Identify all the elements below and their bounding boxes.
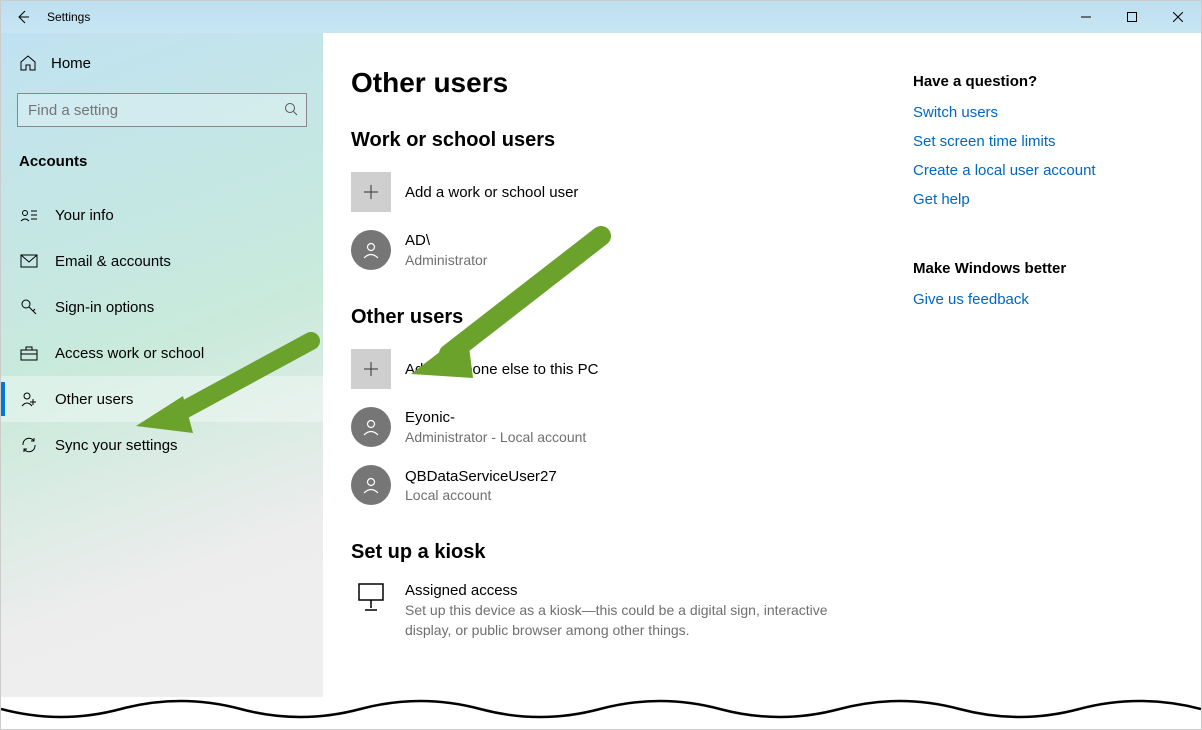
sync-icon (19, 436, 39, 454)
help-link-switch-users[interactable]: Switch users (913, 104, 1173, 121)
kiosk-title: Assigned access (405, 582, 865, 599)
key-icon (19, 298, 39, 316)
sidebar-item-label: Access work or school (55, 345, 204, 362)
sidebar-item-label: Email & accounts (55, 253, 171, 270)
avatar-icon (351, 465, 391, 505)
user-name: AD\ (405, 232, 490, 249)
sidebar-item-label: Your info (55, 207, 114, 224)
mail-icon (19, 254, 39, 268)
help-link-create-local-user[interactable]: Create a local user account (913, 162, 1173, 179)
minimize-button[interactable] (1063, 1, 1109, 33)
add-label: Add someone else to this PC (405, 361, 598, 378)
section-kiosk: Set up a kiosk Assigned access Set up th… (351, 541, 883, 640)
maximize-button[interactable] (1109, 1, 1155, 33)
kiosk-desc: Set up this device as a kiosk—this could… (405, 601, 865, 640)
sidebar-item-sync-settings[interactable]: Sync your settings (1, 422, 323, 468)
assigned-access-row[interactable]: Assigned access Set up this device as a … (351, 582, 883, 640)
main-column: Other users Work or school users Add a w… (351, 67, 883, 729)
feedback-link[interactable]: Give us feedback (913, 291, 1173, 308)
plus-icon (351, 349, 391, 389)
minimize-icon (1081, 12, 1091, 22)
sidebar-item-email-accounts[interactable]: Email & accounts (1, 238, 323, 284)
search-box[interactable] (17, 93, 307, 127)
search-input[interactable] (26, 101, 284, 120)
briefcase-icon (19, 345, 39, 361)
sidebar-item-label: Other users (55, 391, 133, 408)
window-title: Settings (45, 10, 90, 24)
help-link-get-help[interactable]: Get help (913, 191, 1173, 208)
other-user-row[interactable]: QBDataServiceUser27 Local account (351, 463, 883, 507)
titlebar: Settings (1, 1, 1201, 33)
sidebar-item-your-info[interactable]: Your info (1, 192, 323, 238)
decorative-bottom-edge (1, 697, 1201, 729)
section-heading: Set up a kiosk (351, 541, 883, 564)
add-label: Add a work or school user (405, 184, 578, 201)
add-someone-else[interactable]: Add someone else to this PC (351, 347, 883, 391)
sidebar: Home Accounts Your info Email & accounts (1, 33, 323, 729)
nav-list: Your info Email & accounts Sign-in optio… (1, 192, 323, 468)
user-role: Local account (405, 487, 557, 503)
avatar-icon (351, 407, 391, 447)
window-body: Home Accounts Your info Email & accounts (1, 33, 1201, 729)
section-heading: Work or school users (351, 129, 883, 152)
user-role: Administrator (405, 252, 490, 268)
section-heading: Other users (351, 306, 883, 329)
work-school-user-row[interactable]: AD\ Administrator (351, 228, 883, 272)
section-work-school: Work or school users Add a work or schoo… (351, 129, 883, 272)
kiosk-icon (351, 582, 391, 612)
settings-window: Settings Home Accounts (0, 0, 1202, 730)
sidebar-item-signin-options[interactable]: Sign-in options (1, 284, 323, 330)
maximize-icon (1127, 12, 1137, 22)
sidebar-item-access-work-school[interactable]: Access work or school (1, 330, 323, 376)
home-nav[interactable]: Home (1, 41, 323, 85)
other-user-row[interactable]: Eyonic- Administrator - Local account (351, 405, 883, 449)
home-label: Home (51, 55, 91, 72)
content-area: Other users Work or school users Add a w… (323, 33, 1201, 729)
arrow-left-icon (15, 9, 31, 25)
user-name: QBDataServiceUser27 (405, 468, 557, 485)
page-title: Other users (351, 67, 883, 99)
user-role: Administrator - Local account (405, 429, 586, 445)
back-button[interactable] (1, 1, 45, 33)
plus-icon (351, 172, 391, 212)
better-heading: Make Windows better (913, 260, 1173, 277)
user-name: Eyonic- (405, 409, 586, 426)
close-button[interactable] (1155, 1, 1201, 33)
section-other-users: Other users Add someone else to this PC … (351, 306, 883, 507)
right-column: Have a question? Switch users Set screen… (913, 67, 1173, 729)
user-card-icon (19, 208, 39, 222)
category-title: Accounts (1, 127, 323, 186)
sidebar-item-label: Sync your settings (55, 437, 178, 454)
sidebar-item-label: Sign-in options (55, 299, 154, 316)
avatar-icon (351, 230, 391, 270)
add-work-school-user[interactable]: Add a work or school user (351, 170, 883, 214)
search-icon (284, 102, 298, 119)
close-icon (1173, 12, 1183, 22)
help-link-screen-time[interactable]: Set screen time limits (913, 133, 1173, 150)
home-icon (19, 54, 37, 72)
question-heading: Have a question? (913, 73, 1173, 90)
sidebar-item-other-users[interactable]: Other users (1, 376, 323, 422)
people-icon (19, 390, 39, 408)
